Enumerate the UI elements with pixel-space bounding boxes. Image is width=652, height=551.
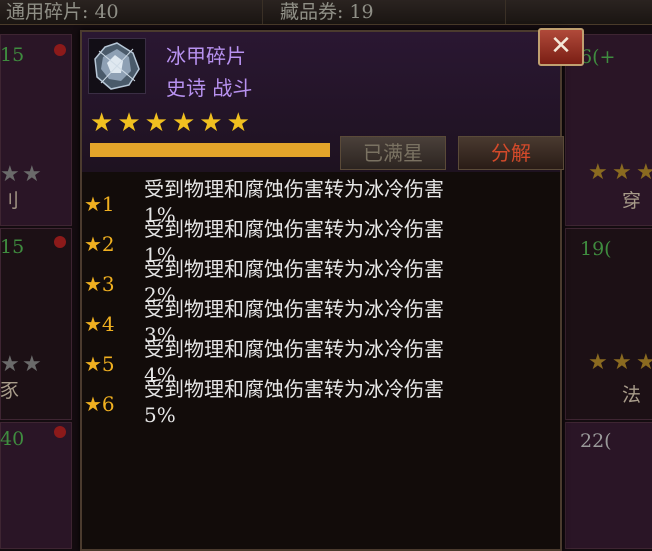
divider — [505, 0, 506, 24]
star-icon: ★ — [588, 160, 608, 185]
star-progress-fill — [90, 143, 330, 157]
item-name: 冰甲碎片 — [166, 44, 246, 68]
max-star-button[interactable]: 已满星 — [340, 136, 446, 170]
effect-row: ★2 受到物理和腐蚀伤害转为冰冷伤害 1% — [82, 217, 560, 267]
star-rating: ★ ★ ★ ★ ★ ★ — [90, 108, 250, 138]
star-icon: ★ — [22, 352, 42, 377]
effect-text: 受到物理和腐蚀伤害转为冰冷伤害 — [144, 257, 444, 281]
notification-dot — [54, 426, 66, 438]
effect-text: 受到物理和腐蚀伤害转为冰冷伤害 — [144, 177, 444, 201]
card-count: 15 — [0, 236, 25, 258]
star-icon: ★ — [117, 108, 141, 138]
effect-text: 受到物理和腐蚀伤害转为冰冷伤害 — [144, 377, 444, 401]
star-icon: ★ — [588, 350, 608, 375]
effect-star-level: ★3 — [84, 272, 115, 296]
star-icon: ★ — [226, 108, 250, 138]
card-count: 40 — [0, 428, 25, 450]
star-icon: ★ — [199, 108, 223, 138]
card-count: 15 — [0, 44, 25, 66]
star-icon: ★ — [636, 160, 652, 185]
effect-star-level: ★2 — [84, 232, 115, 256]
general-fragments-count: 通用碎片: 40 — [6, 1, 119, 23]
effect-row: ★1 受到物理和腐蚀伤害转为冰冷伤害 1% — [82, 177, 560, 227]
card-name: 法 — [622, 384, 642, 406]
star-icon: ★ — [636, 350, 652, 375]
star-icon: ★ — [144, 108, 168, 138]
effect-star-level: ★1 — [84, 192, 115, 216]
star-icon: ★ — [612, 160, 632, 185]
collectible-tickets-count: 藏品券: 19 — [280, 1, 374, 23]
card-count: 22( — [580, 430, 612, 452]
effect-row: ★5 受到物理和腐蚀伤害转为冰冷伤害 4% — [82, 337, 560, 387]
card-name: 穿 — [622, 190, 642, 212]
star-icon: ★ — [171, 108, 196, 138]
star-icon: ★ — [612, 350, 632, 375]
notification-dot — [54, 236, 66, 248]
effect-text: 受到物理和腐蚀伤害转为冰冷伤害 — [144, 337, 444, 361]
effect-row: ★4 受到物理和腐蚀伤害转为冰冷伤害 3% — [82, 297, 560, 347]
effect-text: 受到物理和腐蚀伤害转为冰冷伤害 — [144, 217, 444, 241]
effect-star-level: ★4 — [84, 312, 115, 336]
card-count: 19( — [580, 238, 612, 260]
effect-star-level: ★6 — [84, 392, 115, 416]
currency-bar: 通用碎片: 40 藏品券: 19 — [0, 0, 652, 25]
effect-row: ★3 受到物理和腐蚀伤害转为冰冷伤害 2% — [82, 257, 560, 307]
star-icon: ★ — [0, 352, 20, 377]
star-icon: ★ — [0, 162, 20, 187]
item-rarity: 史诗 战斗 — [166, 76, 253, 100]
star-icon: ★ — [22, 162, 42, 187]
effect-text: 受到物理和腐蚀伤害转为冰冷伤害 — [144, 297, 444, 321]
card-name: 刂 — [0, 190, 20, 212]
popup-header: 冰甲碎片 史诗 战斗 ★ ★ ★ ★ ★ ★ 已满星 分解 — [82, 32, 564, 172]
close-button[interactable]: ✕ — [538, 28, 584, 66]
effect-star-level: ★5 — [84, 352, 115, 376]
ice-armor-fragment-icon — [88, 38, 146, 94]
effect-row: ★6 受到物理和腐蚀伤害转为冰冷伤害 5% — [82, 377, 560, 427]
card-name: 豕 — [0, 380, 20, 402]
decompose-button[interactable]: 分解 — [458, 136, 564, 170]
card-count: 6(+ — [580, 46, 616, 68]
effect-value: 5% — [144, 403, 176, 427]
star-progress-bar — [90, 143, 330, 157]
notification-dot — [54, 44, 66, 56]
item-detail-popup: 冰甲碎片 史诗 战斗 ★ ★ ★ ★ ★ ★ 已满星 分解 ★1 受到物理和腐蚀… — [80, 30, 564, 551]
divider — [262, 0, 263, 24]
star-icon: ★ — [90, 108, 114, 138]
effect-description: 受到物理和腐蚀伤害转为冰冷伤害 5% — [144, 376, 544, 428]
